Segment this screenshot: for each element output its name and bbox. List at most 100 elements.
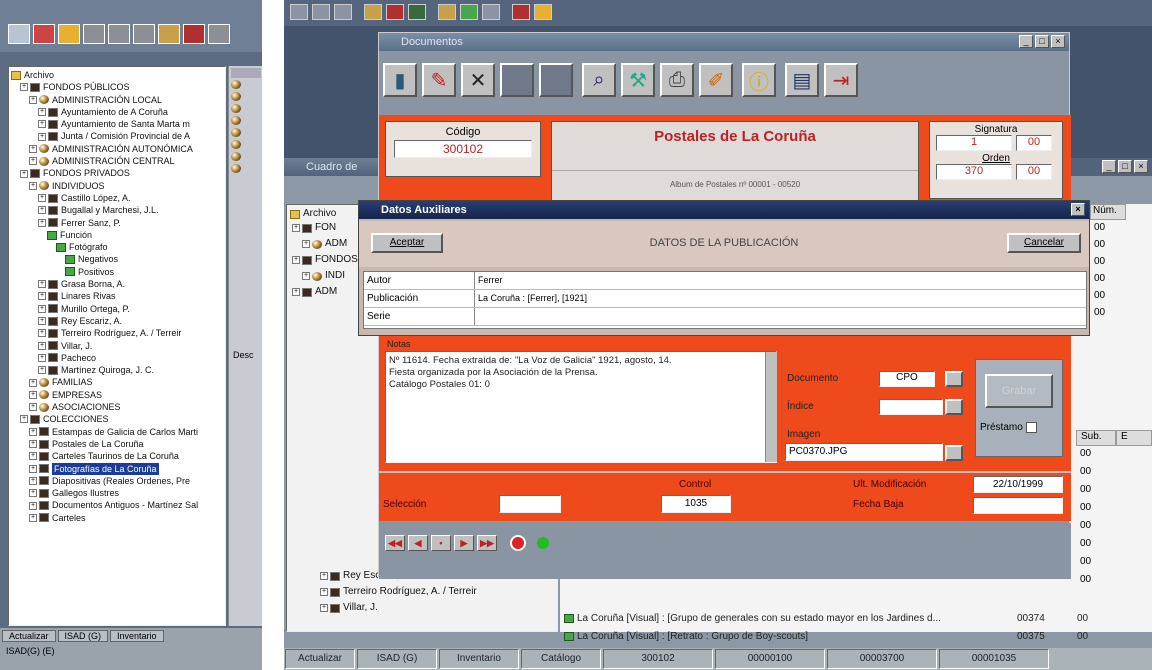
expand-icon[interactable]: + [29,489,37,498]
tree-node[interactable]: + FONDOS PRIVADOS [11,167,225,179]
delete-icon[interactable]: ✕ [461,63,495,97]
expand-icon[interactable]: + [38,194,46,203]
expand-icon[interactable]: + [20,169,28,178]
expand-icon[interactable]: + [29,427,37,436]
expand-icon[interactable]: + [29,95,37,104]
toolbar-icon[interactable] [58,24,80,44]
status-cell[interactable]: ISAD (G) [357,649,437,669]
first-record-button[interactable]: ◀◀ [385,535,405,551]
tree-node[interactable]: + Ferrer Sanz, P. [11,217,225,229]
datos-field-input[interactable] [474,308,1086,325]
expand-icon[interactable]: + [29,390,37,399]
toolbar-icon[interactable] [438,4,456,20]
tree-node[interactable]: + Documentos Antiguos - Martínez Sal [11,499,225,511]
go-icon[interactable] [537,537,549,549]
stop-icon[interactable] [510,535,526,551]
tree-node[interactable]: + ADMINISTRACIÓN LOCAL [11,94,225,106]
toolbar-icon[interactable] [364,4,382,20]
tree-node[interactable]: + Carteles Taurinos de La Coruña [11,450,225,462]
seleccion-field[interactable] [499,495,561,513]
toolbar-icon[interactable] [33,24,55,44]
pen-icon[interactable]: ✎ [422,63,456,97]
expand-icon[interactable]: + [29,440,37,449]
col-header-num[interactable]: Núm. [1090,204,1126,220]
tree-node[interactable]: + Grasa Borna, A. [11,278,225,290]
col-header-sub[interactable]: Sub. [1076,430,1116,446]
prestamo-checkbox[interactable] [1025,422,1037,433]
tree-node[interactable]: + Junta / Comisión Provincial de A [11,130,225,142]
toolbar-icon[interactable] [8,24,30,44]
col-header-e[interactable]: E [1116,430,1152,446]
tree-node[interactable]: + Gallegos Ilustres [11,487,225,499]
control-field[interactable]: 1035 [661,495,731,513]
info-icon[interactable]: ⓘ [742,63,776,97]
expand-icon[interactable]: + [292,288,300,297]
book-icon[interactable]: ▮ [383,63,417,97]
expand-icon[interactable]: + [320,588,328,597]
tree-node[interactable]: + Rey Escariz, A. [11,315,225,327]
tree-node[interactable]: Fotógrafo [11,241,225,253]
left-tree[interactable]: Archivo + FONDOS PÚBLICOS + ADMINISTRACIÓN L… [8,66,226,626]
tree-node[interactable]: + Carteles [11,512,225,524]
status-cell[interactable]: ISAD (G) [57,630,109,642]
expand-icon[interactable]: + [29,513,37,522]
close-icon[interactable]: × [1134,160,1148,173]
expand-icon[interactable]: + [29,501,37,510]
expand-icon[interactable]: + [292,224,300,233]
toolbar-icon[interactable] [158,24,180,44]
status-cell[interactable]: Actualizar [2,630,56,642]
min-icon[interactable]: _ [1102,160,1116,173]
max-icon[interactable]: □ [1118,160,1132,173]
fecha-baja-field[interactable] [973,497,1063,514]
expand-icon[interactable]: + [38,292,46,301]
datos-field-input[interactable]: Ferrer [474,272,1086,289]
expand-icon[interactable]: + [29,464,37,473]
expand-icon[interactable]: + [38,108,46,117]
exit-icon[interactable]: ⇥ [824,63,858,97]
tree-node[interactable]: + Diapositivas (Reales Ordenes, Pre [11,475,225,487]
tree-node[interactable]: + Ayuntamiento de Santa Marta m [11,118,225,130]
tree-node[interactable]: + ASOCIACIONES [11,401,225,413]
next-record-button[interactable]: ▶ [454,535,474,551]
imagen-field[interactable]: PC0370.JPG [785,443,943,461]
print-icon[interactable]: ⎙ [660,63,694,97]
status-cell[interactable]: Inventario [439,649,519,669]
toolbar-icon[interactable] [290,4,308,20]
expand-icon[interactable]: + [29,476,37,485]
table-row[interactable]: La Coruña [Visual] : [Retrato : Grupo de… [564,628,1152,646]
tree-node[interactable]: + Linares Rivas [11,290,225,302]
signatura-sub-field[interactable]: 00 [1016,135,1052,151]
status-cell[interactable]: Inventario [110,630,164,642]
datos-field-input[interactable]: La Coruña : [Ferrer], [1921] [474,290,1086,307]
expand-icon[interactable]: + [38,329,46,338]
tree-node[interactable]: + Terreiro Rodríguez, A. / Terreir [290,584,554,600]
toolbar-icon[interactable] [183,24,205,44]
tree-node[interactable]: + INDIVIDUOS [11,180,225,192]
documento-lookup-button[interactable] [945,371,963,387]
toolbar-icon[interactable] [482,4,500,20]
max-icon[interactable]: □ [1035,35,1049,48]
blank-button[interactable] [539,63,573,97]
expand-icon[interactable]: + [20,415,28,424]
expand-icon[interactable]: + [38,317,46,326]
close-icon[interactable]: × [1051,35,1065,48]
tree-node[interactable]: + Murillo Ortega, P. [11,303,225,315]
tree-node[interactable]: + Ayuntamiento de A Coruña [11,106,225,118]
expand-icon[interactable]: + [320,604,328,613]
tree-node[interactable]: + FONDOS PÚBLICOS [11,81,225,93]
imagen-lookup-button[interactable] [945,445,963,461]
notas-scrollbar[interactable] [765,352,777,462]
tree-node[interactable]: Función [11,229,225,241]
expand-icon[interactable]: + [302,272,310,281]
tree-node[interactable]: + Bugallal y Marchesi, J.L. [11,204,225,216]
tree-node[interactable]: Negativos [11,253,225,265]
grabar-button[interactable]: Grabar [985,374,1053,408]
signatura-field[interactable]: 1 [936,135,1012,151]
prev-page-button[interactable]: ◀ [408,535,428,551]
search-icon[interactable]: ⌕ [582,63,616,97]
tree-node[interactable]: + Martínez Quiroga, J. C. [11,364,225,376]
orden-sub-field[interactable]: 00 [1016,164,1052,180]
table-row[interactable]: La Coruña [Visual] : [Grupo de generales… [564,610,1152,628]
toolbar-icon[interactable] [408,4,426,20]
ult-field[interactable]: 22/10/1999 [973,476,1063,493]
